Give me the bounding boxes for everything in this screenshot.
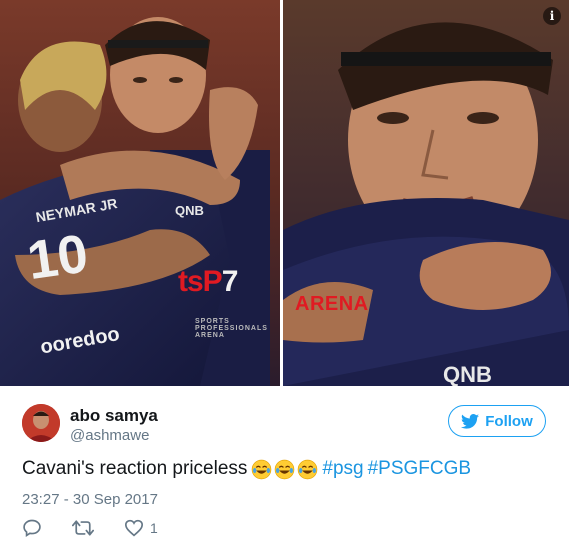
- avatar[interactable]: [22, 404, 60, 442]
- closeup-photo-illustration: QNB: [283, 0, 569, 386]
- display-name[interactable]: abo samya: [70, 406, 158, 426]
- svg-text:QNB: QNB: [175, 203, 204, 218]
- handle[interactable]: @ashmawe: [70, 426, 158, 446]
- tears-of-joy-icon: [252, 459, 272, 479]
- retweet-icon: [72, 520, 94, 536]
- author-names[interactable]: abo samya @ashmawe: [70, 406, 158, 446]
- tweet-timestamp[interactable]: 23:27 - 30 Sep 2017: [22, 491, 158, 508]
- watermark-arena: ARENA: [295, 293, 369, 315]
- tears-of-joy-icon: [298, 459, 318, 479]
- photo-left[interactable]: 10 NEYMAR JR QNB ooredoo tsP7 SPORTS PRO…: [0, 0, 280, 386]
- tweet-card: 10 NEYMAR JR QNB ooredoo tsP7 SPORTS PRO…: [0, 0, 569, 560]
- emoji-group: [251, 459, 318, 480]
- tweet-text: Cavani's reaction priceless #psg #PSGFCG…: [22, 458, 471, 480]
- tears-of-joy-icon: [275, 459, 295, 479]
- info-icon[interactable]: i: [543, 7, 561, 25]
- hashtag-psg[interactable]: #psg: [322, 458, 363, 480]
- like-button[interactable]: 1: [124, 519, 158, 537]
- reply-button[interactable]: [22, 518, 42, 538]
- follow-label: Follow: [485, 412, 533, 430]
- tweet-body: Cavani's reaction priceless: [22, 458, 248, 479]
- hashtag-psgfcgb[interactable]: #PSGFCGB: [368, 458, 471, 480]
- svg-text:QNB: QNB: [443, 362, 492, 386]
- twitter-bird-icon: [461, 413, 480, 429]
- reply-icon: [23, 519, 41, 538]
- watermark-brand: tsP7: [178, 265, 238, 298]
- follow-button[interactable]: Follow: [448, 405, 546, 437]
- heart-icon: [124, 519, 144, 537]
- watermark-logo: tsP7: [178, 265, 238, 299]
- like-count: 1: [150, 520, 158, 536]
- svg-text:10: 10: [24, 223, 92, 291]
- tweet-header: abo samya @ashmawe Follow: [22, 402, 550, 448]
- tweet-media[interactable]: 10 NEYMAR JR QNB ooredoo tsP7 SPORTS PRO…: [0, 0, 569, 386]
- retweet-button[interactable]: [72, 518, 94, 538]
- watermark-subtitle: SPORTS PROFESSIONALS ARENA: [195, 318, 268, 339]
- photo-right[interactable]: QNB ARENA i: [283, 0, 569, 386]
- tweet-actions: 1: [22, 518, 188, 538]
